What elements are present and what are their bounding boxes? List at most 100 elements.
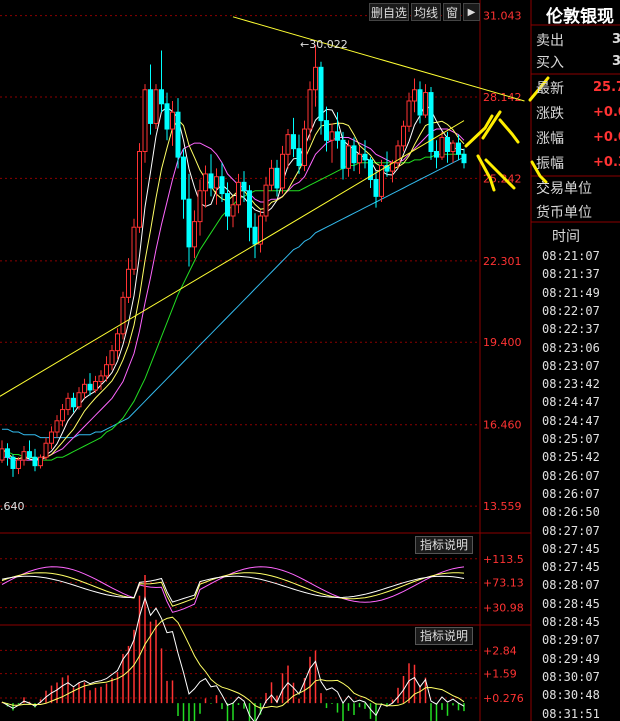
time-item: 08:29:07 — [542, 633, 600, 648]
candle-body — [54, 420, 60, 433]
time-item: 08:29:49 — [542, 651, 600, 666]
candle-body — [0, 448, 5, 461]
time-item: 08:21:07 — [542, 249, 600, 263]
candle-body — [247, 190, 252, 228]
low-annotation: .640 — [0, 500, 25, 513]
instrument-title: 伦敦银现 — [546, 7, 614, 27]
time-item: 08:22:07 — [542, 303, 600, 318]
time-item: 08:26:07 — [542, 468, 600, 483]
bid-label: 买入 — [536, 55, 564, 71]
indicator-info-button-1[interactable]: 指标说明 — [415, 536, 473, 554]
candle-body — [296, 148, 302, 167]
candle-body — [335, 131, 340, 141]
ask-label: 卖出 — [536, 33, 564, 49]
candle-body — [181, 156, 186, 200]
candlestick-chart[interactable]: 31.04328.14225.24222.30119.40016.46013.5… — [0, 0, 620, 721]
annotation-arrow — [498, 118, 520, 144]
candle-body — [109, 350, 115, 366]
candle-body — [115, 333, 120, 352]
candle-body — [10, 456, 16, 469]
time-item: 08:23:06 — [542, 340, 600, 355]
last-label: 最新 — [536, 81, 564, 97]
ind2-tick-label: +1.59 — [483, 668, 517, 681]
candle-body — [43, 442, 49, 458]
time-item: 08:28:07 — [542, 578, 600, 593]
change-label: 涨跌 — [536, 106, 564, 122]
time-item: 08:27:45 — [542, 541, 600, 556]
candle-body — [417, 89, 423, 116]
candle-body — [252, 226, 258, 245]
candle-body — [32, 456, 38, 467]
indicator-info-button-2[interactable]: 指标说明 — [415, 627, 473, 645]
candle-body — [302, 128, 307, 167]
candle-body — [82, 383, 87, 394]
candle-body — [137, 150, 142, 228]
ask-value: 3 — [612, 32, 620, 47]
time-header: 时间 — [552, 229, 580, 245]
ind1-tick-label: +73.13 — [483, 577, 524, 590]
candle-body — [461, 153, 467, 164]
ind1-line-d — [1, 572, 465, 607]
amplitude-value: +0.3 — [593, 155, 620, 170]
ind1-tick-label: +30.98 — [483, 602, 524, 615]
candle-body — [175, 111, 181, 158]
candle-body — [401, 125, 406, 147]
candle-body — [159, 89, 164, 105]
candle-body — [164, 103, 170, 130]
time-item: 08:26:50 — [542, 505, 600, 520]
candle-body — [21, 451, 27, 461]
candle-body — [27, 451, 32, 458]
time-item: 08:23:42 — [542, 377, 600, 392]
candle-body — [49, 431, 54, 444]
candle-body — [406, 100, 412, 127]
candle-body — [258, 215, 263, 245]
candle-body — [450, 142, 456, 152]
pct-label: 涨幅 — [536, 131, 564, 147]
candle-body — [5, 448, 10, 458]
candle-body — [357, 153, 362, 164]
trade-unit-label: 交易单位 — [536, 181, 592, 197]
time-item: 08:21:49 — [542, 285, 600, 300]
candle-body — [71, 397, 76, 408]
trendline — [232, 16, 525, 102]
candle-body — [456, 142, 461, 155]
candle-body — [126, 268, 131, 298]
candle-body — [318, 66, 324, 122]
candle-body — [98, 375, 104, 383]
pct-value: +0.0 — [593, 130, 620, 145]
candle-body — [104, 364, 109, 377]
candle-body — [197, 190, 203, 223]
candle-body — [219, 176, 225, 195]
candle-body — [373, 179, 379, 197]
candle-body — [340, 139, 346, 169]
candle-body — [274, 167, 280, 189]
ma-button[interactable]: 均线 — [411, 3, 441, 21]
candle-body — [291, 134, 296, 150]
candle-body — [192, 221, 197, 248]
candle-body — [439, 136, 445, 158]
candle-body — [362, 153, 368, 161]
arrow-right-icon[interactable]: ▶ — [463, 3, 480, 21]
candle-body — [142, 89, 148, 152]
candle-body — [170, 111, 175, 130]
time-item: 08:21:37 — [542, 267, 600, 282]
candle-body — [285, 134, 291, 155]
time-item: 08:24:47 — [542, 395, 600, 410]
high-annotation: ←30.022 — [300, 38, 348, 51]
candle-body — [208, 173, 214, 189]
candle-body — [324, 120, 329, 141]
candle-body — [153, 89, 159, 124]
time-item: 08:23:07 — [542, 358, 600, 373]
candle-body — [346, 145, 351, 169]
candle-body — [412, 89, 417, 102]
window-button[interactable]: 窗 — [443, 3, 461, 21]
candle-body — [76, 392, 82, 408]
candle-body — [93, 381, 98, 391]
candle-body — [280, 153, 285, 189]
candle-body — [120, 296, 126, 335]
candle-body — [214, 176, 219, 189]
candle-body — [307, 89, 313, 130]
time-item: 08:25:07 — [542, 432, 600, 446]
remove-favorite-button[interactable]: 删自选 — [369, 3, 409, 21]
candle-body — [225, 193, 230, 217]
